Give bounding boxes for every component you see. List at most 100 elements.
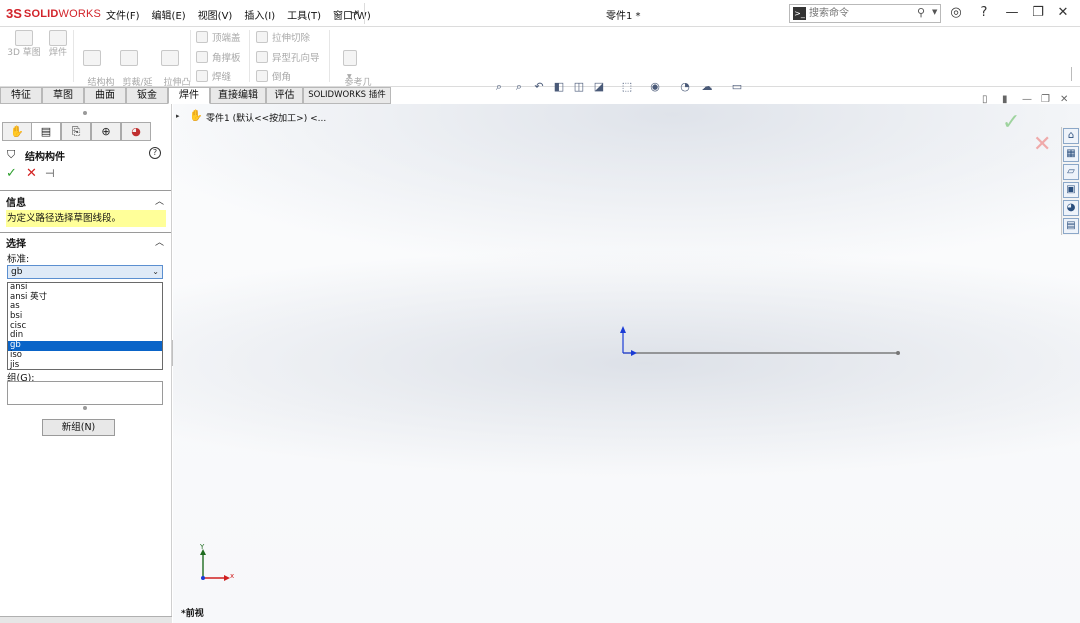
tab-features[interactable]: 特征	[0, 87, 42, 104]
tab-configuration-manager[interactable]: ⎘	[61, 122, 91, 141]
dropdown-option[interactable]: din	[8, 331, 162, 341]
cmd-separator	[329, 30, 330, 82]
sketch-endpoint[interactable]	[896, 351, 900, 355]
restore-icon[interactable]: ❐	[1029, 5, 1047, 20]
search-commands-box: >_ ⚲ ▼	[789, 4, 941, 23]
origin-arrow-icon	[631, 350, 637, 356]
chamfer-icon	[256, 70, 268, 82]
sketch-line[interactable]	[613, 324, 913, 364]
solidworks-resources-icon[interactable]: ⌂	[1063, 128, 1079, 144]
display-style-icon[interactable]: ⬚	[619, 80, 635, 94]
dropdown-option[interactable]: cisc	[8, 321, 162, 332]
triad-x-label: x	[230, 572, 235, 580]
confirmation-ok-icon[interactable]: ✓	[1002, 110, 1020, 135]
origin-arrow-icon	[620, 326, 626, 333]
view-palette-icon[interactable]: ▣	[1063, 182, 1079, 198]
tab-evaluate[interactable]: 评估	[266, 87, 303, 104]
collapse-info-icon[interactable]: ︿	[155, 194, 164, 207]
tab-display-manager[interactable]: ◕	[121, 122, 151, 141]
collapse-selection-icon[interactable]: ︿	[155, 235, 164, 248]
dynamic-annotation-icon[interactable]: ◫	[571, 80, 587, 94]
search-input[interactable]	[809, 6, 909, 21]
menu-view[interactable]: 视图(V)	[198, 7, 233, 22]
previous-view-icon[interactable]: ↶	[531, 80, 547, 94]
weld-bead-icon	[196, 70, 208, 82]
info-group-header[interactable]: 信息	[6, 194, 26, 209]
dropdown-option-selected[interactable]: gb	[8, 340, 162, 351]
cmd-3d-sketch[interactable]: 3D 草图	[6, 30, 42, 58]
search-icon[interactable]: ⚲	[917, 6, 925, 19]
cmd-chamfer[interactable]: 倒角	[256, 69, 291, 83]
cmd-weldment[interactable]: 焊件	[45, 30, 71, 58]
tab-solidworks-addins[interactable]: SOLIDWORKS 插件	[303, 87, 391, 104]
edit-appearance-icon[interactable]: ◔	[677, 80, 693, 94]
dropdown-option[interactable]: bsi	[8, 311, 162, 322]
cmd-end-cap[interactable]: 顶端盖	[196, 30, 241, 44]
view-orientation-icon[interactable]: ◪	[591, 80, 607, 94]
feature-tree-root[interactable]: 零件1 (默认<<按加工>) <...	[206, 111, 326, 124]
doc-minimize-icon[interactable]: —	[1022, 94, 1032, 105]
splitter-handle[interactable]	[83, 111, 87, 115]
dropdown-option[interactable]: jis	[8, 360, 162, 371]
view-settings-icon[interactable]: ▭	[729, 80, 745, 94]
dropdown-option[interactable]: ansi 英寸	[8, 292, 162, 303]
doc-restore-icon[interactable]: ❐	[1041, 94, 1050, 105]
help-circle-icon[interactable]: ?	[975, 5, 993, 20]
menu-file[interactable]: 文件(F)	[106, 7, 140, 22]
file-explorer-icon[interactable]: ▱	[1063, 164, 1079, 180]
part-icon: ✋	[189, 109, 203, 122]
tab-property-manager[interactable]: ▤	[31, 122, 61, 141]
menu-tools[interactable]: 工具(T)	[287, 7, 321, 22]
design-library-icon[interactable]: ▦	[1063, 146, 1079, 162]
tab-sheet-metal[interactable]: 钣金	[126, 87, 168, 104]
list-splitter-handle[interactable]	[83, 406, 87, 410]
cmd-scroll-handle[interactable]	[1071, 67, 1072, 81]
standard-select-value: gb	[11, 267, 23, 277]
menu-edit[interactable]: 编辑(E)	[152, 7, 186, 22]
expand-tree-icon[interactable]: ▸	[176, 112, 180, 120]
tab-feature-manager[interactable]: ✋	[2, 122, 32, 141]
pin-menu-icon[interactable]: ⇥	[350, 6, 359, 19]
zoom-to-fit-icon[interactable]: ⌕	[491, 80, 507, 94]
tab-surfaces[interactable]: 曲面	[84, 87, 126, 104]
tab-dimxpert-manager[interactable]: ⊕	[91, 122, 121, 141]
confirmation-cancel-icon[interactable]: ✕	[1033, 132, 1051, 157]
minimize-icon[interactable]: —	[1003, 5, 1021, 20]
cancel-x-icon[interactable]: ✕	[26, 166, 37, 181]
solidworks-logo[interactable]: 3S SOLIDWORKS	[6, 6, 101, 21]
ok-check-icon[interactable]: ✓	[6, 166, 17, 181]
custom-properties-icon[interactable]: ▤	[1063, 218, 1079, 234]
dropdown-option[interactable]: as	[8, 302, 162, 312]
tab-weldments[interactable]: 焊件	[168, 87, 210, 104]
command-prompt-icon: >_	[793, 7, 806, 20]
selection-group-header[interactable]: 选择	[6, 235, 26, 250]
search-dropdown-icon[interactable]: ▼	[932, 8, 937, 16]
help-icon[interactable]: ?	[149, 147, 161, 159]
appearances-icon[interactable]: ◕	[1063, 200, 1079, 216]
standard-select[interactable]: gb ⌄	[7, 265, 163, 279]
group-list-box[interactable]	[7, 381, 163, 405]
apply-scene-icon[interactable]: ☁	[699, 80, 715, 94]
hide-show-items-icon[interactable]: ◉	[647, 80, 663, 94]
tab-sketch[interactable]: 草图	[42, 87, 84, 104]
doc-close-icon[interactable]: ✕	[1060, 94, 1068, 105]
split-view-icon[interactable]: ▯	[982, 94, 988, 105]
reference-geometry-dropdown-icon[interactable]: ▼	[347, 73, 352, 80]
tab-direct-editing[interactable]: 直接编辑	[210, 87, 266, 104]
dropdown-option[interactable]: iso	[8, 350, 162, 361]
new-group-button[interactable]: 新组(N)	[42, 419, 115, 436]
split-horizontal-icon[interactable]: ▮	[1002, 94, 1008, 105]
user-account-icon[interactable]: ◎	[947, 5, 965, 20]
zoom-to-area-icon[interactable]: ⌕	[511, 80, 527, 94]
pushpin-icon[interactable]: ⊣	[45, 167, 55, 180]
close-icon[interactable]: ✕	[1054, 5, 1072, 20]
cmd-weld-bead[interactable]: 焊缝	[196, 69, 231, 83]
cmd-extruded-cut[interactable]: 拉伸切除	[256, 30, 310, 44]
bottom-tabs-strip[interactable]	[0, 616, 172, 623]
menu-insert[interactable]: 插入(I)	[244, 7, 275, 22]
cmd-gusset[interactable]: 角撑板	[196, 50, 241, 64]
section-view-icon[interactable]: ◧	[551, 80, 567, 94]
cmd-hole-wizard[interactable]: 异型孔向导	[256, 50, 320, 64]
graphics-area[interactable]: ▸ ✋ 零件1 (默认<<按加工>) <... ⌕ ⌕ ↶ ◧ ◫ ◪ ⬚ ◉ …	[173, 80, 1080, 623]
info-message: 为定义路径选择草图线段。	[6, 210, 166, 227]
